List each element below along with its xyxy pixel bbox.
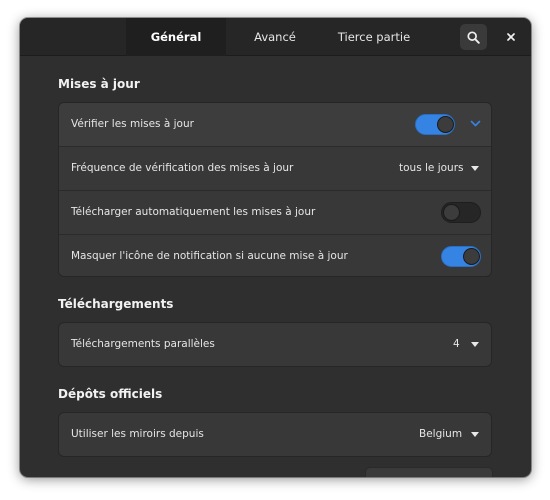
check-updates-switch[interactable] (415, 114, 455, 135)
tab-general[interactable]: Général (126, 18, 226, 56)
tab-third-party[interactable]: Tierce partie (324, 18, 424, 56)
mirrors-label: Utiliser les miroirs depuis (71, 428, 204, 440)
auto-download-label: Télécharger automatiquement les mises à … (71, 206, 316, 218)
section-title-updates: Mises à jour (58, 77, 140, 91)
repos-card: Utiliser les miroirs depuis Belgium (58, 412, 492, 457)
check-updates-row[interactable]: Vérifier les mises à jour (59, 103, 491, 146)
close-button[interactable] (498, 24, 524, 50)
dropdown-arrow-icon (471, 342, 479, 347)
section-title-repos: Dépôts officiels (58, 387, 163, 401)
close-icon (507, 33, 515, 41)
mirrors-row[interactable]: Utiliser les miroirs depuis Belgium (59, 413, 491, 456)
frequency-row[interactable]: Fréquence de vérification des mises à jo… (59, 146, 491, 189)
preferences-window: Général Avancé Tierce partie Mises à jou… (20, 18, 531, 477)
headerbar: Général Avancé Tierce partie (20, 18, 531, 56)
dropdown-arrow-icon (471, 166, 479, 171)
downloads-card: Téléchargements parallèles 4 (58, 322, 492, 367)
chevron-down-icon[interactable] (470, 120, 481, 128)
section-title-downloads: Téléchargements (58, 297, 174, 311)
switch-knob (463, 248, 480, 265)
dropdown-arrow-icon (471, 432, 479, 437)
auto-download-row[interactable]: Télécharger automatiquement les mises à … (59, 190, 491, 233)
partial-button[interactable] (365, 467, 493, 477)
parallel-downloads-label: Téléchargements parallèles (71, 338, 215, 350)
tab-advanced[interactable]: Avancé (226, 18, 324, 56)
hide-icon-row[interactable]: Masquer l'icône de notification si aucun… (59, 234, 491, 276)
frequency-value: tous le jours (399, 162, 464, 174)
search-button[interactable] (460, 24, 487, 50)
hide-icon-switch[interactable] (441, 246, 481, 267)
check-updates-label: Vérifier les mises à jour (71, 118, 194, 130)
mirrors-value: Belgium (419, 428, 463, 440)
parallel-downloads-value: 4 (453, 338, 460, 350)
switch-knob (437, 116, 454, 133)
switch-knob (443, 204, 460, 221)
parallel-downloads-row[interactable]: Téléchargements parallèles 4 (59, 323, 491, 366)
hide-icon-label: Masquer l'icône de notification si aucun… (71, 250, 348, 262)
auto-download-switch[interactable] (441, 202, 481, 223)
frequency-label: Fréquence de vérification des mises à jo… (71, 162, 294, 174)
search-icon (467, 30, 480, 44)
updates-card: Vérifier les mises à jour Fréquence de v… (58, 102, 492, 277)
